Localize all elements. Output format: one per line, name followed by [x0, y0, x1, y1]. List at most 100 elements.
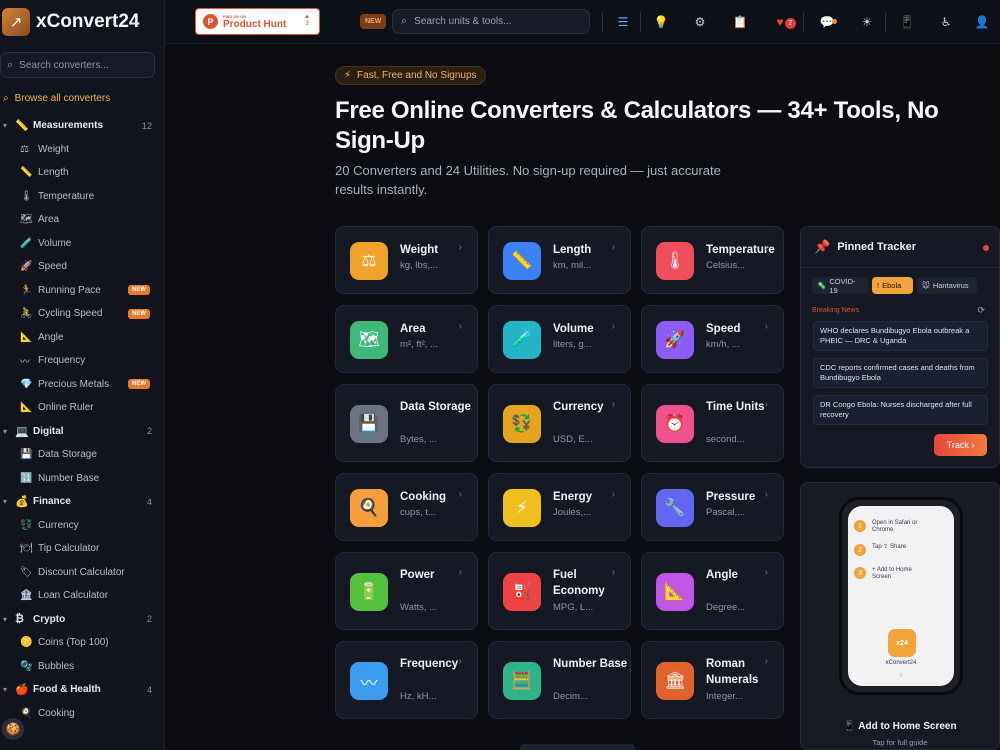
heart-icon[interactable]: ♥ 2 — [770, 12, 796, 32]
product-hunt-label: Product Hunt — [223, 18, 287, 30]
step-number: 3 — [854, 567, 866, 579]
sidebar-category[interactable]: ▾ ₿ Crypto 2 — [0, 608, 164, 632]
sidebar-item[interactable]: 🫧 Bubbles — [0, 655, 164, 679]
install-step: 2 Tap ⇪ Share — [854, 544, 932, 556]
install-app-icon[interactable]: 📱 — [897, 12, 917, 32]
converter-icon: 🗺 — [350, 321, 388, 359]
converter-card[interactable]: 📐 Angle Degree... › — [641, 552, 784, 630]
item-icon: 🚀 — [20, 261, 33, 273]
browse-all-link[interactable]: ⌕ Browse all converters — [0, 93, 164, 104]
sidebar-item[interactable]: 🪙 Coins (Top 100) — [0, 631, 164, 655]
sidebar-item-label: Cooking — [38, 707, 75, 719]
news-item[interactable]: WHO declares Bundibugyo Ebola outbreak a… — [813, 321, 988, 351]
converter-card[interactable]: ⚖ Weight kg, lbs,... › — [335, 226, 478, 294]
sidebar-item[interactable]: 🍳 Cooking — [0, 702, 164, 726]
converter-desc: Degree... — [706, 602, 746, 613]
item-icon: 🔢 — [20, 472, 33, 484]
converter-card[interactable]: 🧮 Number Base Decim... › — [488, 641, 631, 719]
sidebar-item[interactable]: 🍽 Tip Calculator — [0, 537, 164, 561]
sidebar-item[interactable]: 🚀 Speed — [0, 255, 164, 279]
sidebar-search-input[interactable]: ⌕ Search converters... — [0, 52, 155, 78]
converter-desc: Hz, kH... — [400, 691, 437, 702]
phone-screen: 1 Open in Safari or Chrome 2 Tap ⇪ Share… — [848, 506, 954, 686]
brand-name: xConvert24 — [36, 11, 140, 32]
layers-icon[interactable]: ☰ — [613, 12, 633, 32]
sidebar-item[interactable]: 〰 Frequency — [0, 349, 164, 373]
converter-card[interactable]: 🍳 Cooking cups, t... › — [335, 473, 478, 541]
chevron-down-icon: ▾ — [3, 614, 8, 624]
news-item[interactable]: CDC reports confirmed cases and deaths f… — [813, 358, 988, 388]
converter-card[interactable]: 📏 Length km, mil... › — [488, 226, 631, 294]
tab-label: Hantavirus — [932, 281, 969, 290]
sidebar-item[interactable]: 📏 Length — [0, 161, 164, 185]
phone-mockup: 1 Open in Safari or Chrome 2 Tap ⇪ Share… — [839, 497, 963, 695]
sidebar-item[interactable]: 📐 Online Ruler — [0, 396, 164, 420]
converter-card[interactable]: 🔧 Pressure Pascal,... › — [641, 473, 784, 541]
divider — [885, 12, 886, 32]
track-button[interactable]: Track › — [934, 434, 987, 456]
converter-card[interactable]: 🗺 Area m², ft², ... › — [335, 305, 478, 373]
converter-icon: 🔋 — [350, 573, 388, 611]
chat-icon[interactable]: 💬 — [817, 12, 837, 32]
converter-card[interactable]: 〰 Frequency Hz, kH... › — [335, 641, 478, 719]
chevron-right-icon: › — [764, 567, 768, 578]
sun-icon[interactable]: ☀ — [857, 12, 877, 32]
sidebar-category[interactable]: ▾ 🍎 Food & Health 4 — [0, 678, 164, 702]
converter-card[interactable]: 🚀 Speed km/h, ... › — [641, 305, 784, 373]
sidebar-item[interactable]: 🏷 Discount Calculator — [0, 561, 164, 585]
converter-icon: ⏰ — [656, 405, 694, 443]
sidebar-item[interactable]: 🔢 Number Base — [0, 467, 164, 491]
refresh-icon[interactable]: ⟳ — [977, 305, 985, 316]
sidebar-item-label: Coins (Top 100) — [38, 637, 109, 649]
converter-card[interactable]: ⚡ Energy Joules,... › — [488, 473, 631, 541]
sidebar-category[interactable]: ▾ 💰 Finance 4 — [0, 490, 164, 514]
chevron-right-icon: › — [611, 399, 615, 410]
sidebar-item[interactable]: ⚖ Weight — [0, 138, 164, 162]
sidebar-item[interactable]: 💱 Currency — [0, 514, 164, 538]
sidebar-item[interactable]: 🏦 Loan Calculator — [0, 584, 164, 608]
top-search-input[interactable]: ⌕ Search units & tools... — [392, 9, 590, 34]
sidebar-item[interactable]: 🏃 Running Pace NEW — [0, 279, 164, 303]
sidebar-category[interactable]: ▾ 📏 Measurements 12 — [0, 114, 164, 138]
notification-dot — [832, 19, 837, 24]
news-item[interactable]: DR Congo Ebola: Nurses discharged after … — [813, 395, 988, 425]
sidebar-item[interactable]: 🗺 Area — [0, 208, 164, 232]
converter-card[interactable]: 🧪 Volume liters, g... › — [488, 305, 631, 373]
lightbulb-icon[interactable]: 💡 — [651, 12, 671, 32]
converter-card[interactable]: 🏛 Roman Numerals Integer... › — [641, 641, 784, 719]
converter-card[interactable]: ⏰ Time Units second... › — [641, 384, 784, 462]
search-icon: ⌕ — [7, 58, 14, 71]
sidebar-item[interactable]: 💎 Precious Metals NEW — [0, 373, 164, 397]
converter-card[interactable]: 💱 Currency USD, E... › — [488, 384, 631, 462]
converter-card[interactable]: 🔋 Power Watts, ... › — [335, 552, 478, 630]
lightning-icon: ⚡ — [344, 70, 352, 81]
divider — [602, 12, 603, 32]
sidebar-category[interactable]: ▾ 💻 Digital 2 — [0, 420, 164, 444]
sidebar-item[interactable]: 🌡 Temperature — [0, 185, 164, 209]
user-icon[interactable]: 👤 — [972, 12, 992, 32]
tracker-tab[interactable]: 🦠 COVID-19 — [812, 277, 868, 295]
tracker-tab[interactable]: 🐭 Hantavirus — [917, 277, 977, 294]
sidebar-item[interactable]: 📐 Angle — [0, 326, 164, 350]
sidebar-item[interactable]: 💾 Data Storage — [0, 443, 164, 467]
tracker-tab[interactable]: ! Ebola — [872, 277, 913, 294]
product-hunt-badge[interactable]: P FIND US ON Product Hunt ▲ 3 — [195, 8, 320, 35]
sidebar-item[interactable]: 🧪 Volume — [0, 232, 164, 256]
converter-card[interactable]: 💾 Data Storage Bytes, ... › — [335, 384, 478, 462]
clipboard-icon[interactable]: 📋 — [730, 12, 750, 32]
sidebar-item[interactable]: 🚴 Cycling Speed NEW — [0, 302, 164, 326]
converter-title: Energy — [553, 491, 592, 503]
accessibility-icon[interactable]: ♿ — [936, 12, 956, 32]
cookie-icon[interactable]: 🍪 — [2, 718, 24, 740]
sidebar-item-label: Online Ruler — [38, 402, 94, 414]
step-text: + Add to Home Screen — [872, 567, 912, 580]
converter-card[interactable]: ⛽ Fuel Economy MPG, L... › — [488, 552, 631, 630]
converter-desc: MPG, L... — [553, 602, 594, 613]
converter-card[interactable]: 🌡 Temperature Celsius... › — [641, 226, 784, 294]
gear-icon[interactable]: ⚙ — [690, 12, 710, 32]
brand[interactable]: ↗ xConvert24 — [0, 0, 164, 44]
tracker-title: Pinned Tracker — [837, 241, 917, 253]
add-to-home-panel[interactable]: 1 Open in Safari or Chrome 2 Tap ⇪ Share… — [800, 482, 1000, 750]
converter-title: Weight — [400, 244, 439, 256]
sidebar-item-label: Angle — [38, 331, 64, 343]
